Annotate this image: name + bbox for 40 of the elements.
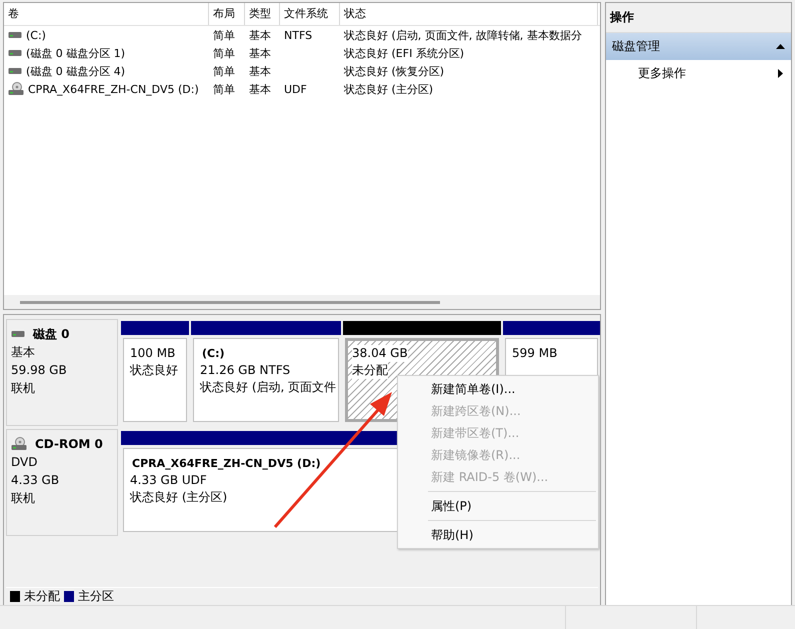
partition-title: CPRA_X64FRE_ZH-CN_DV5 (D:)	[131, 456, 321, 472]
disk-info: 4.33 GB	[11, 472, 60, 488]
table-cell: 基本	[249, 64, 271, 78]
table-cell: 基本	[249, 28, 271, 42]
legend-label: 未分配	[24, 588, 60, 605]
disk-info: 联机	[11, 490, 36, 506]
partition-info: 状态良好 (主分区)	[130, 489, 228, 506]
partition-info: 状态良好	[130, 362, 178, 379]
partition-info: 38.04 GB	[352, 345, 408, 362]
table-cell: 简单	[213, 82, 235, 96]
table-cell: 状态良好 (主分区)	[344, 82, 434, 96]
disk-info: 基本	[11, 344, 36, 360]
partition-info: 21.26 GB NTFS	[200, 362, 290, 379]
partition-title: (C:)	[201, 346, 225, 362]
table-cell: (磁盘 0 磁盘分区 4)	[26, 64, 126, 78]
disk-info: DVD	[11, 454, 38, 470]
table-cell: 简单	[213, 46, 235, 60]
table-cell: 状态良好 (恢复分区)	[344, 64, 444, 78]
table-cell: 基本	[249, 46, 271, 60]
actions-title: 操作	[606, 3, 791, 33]
partition-info: 未分配	[352, 362, 388, 379]
disk-info: 59.98 GB	[11, 362, 68, 378]
disk-info: 联机	[11, 380, 36, 396]
table-cell: UDF	[284, 82, 307, 96]
disk-name: 磁盘 0	[33, 326, 70, 342]
table-cell: 状态良好 (EFI 系统分区)	[344, 46, 464, 60]
table-cell: CPRA_X64FRE_ZH-CN_DV5 (D:)	[28, 82, 199, 96]
partition-info: 599 MB	[512, 345, 558, 362]
table-cell: 简单	[213, 64, 235, 78]
table-cell: NTFS	[284, 28, 312, 42]
disk-name: CD-ROM 0	[35, 436, 103, 452]
table-cell: (C:)	[26, 28, 46, 42]
table-cell: 简单	[213, 28, 235, 42]
legend-label: 主分区	[78, 588, 114, 605]
partition-info: 100 MB	[130, 345, 176, 362]
partition-info: 状态良好 (启动, 页面文件	[200, 379, 336, 396]
partition-info: 4.33 GB UDF	[130, 472, 207, 489]
table-cell: 基本	[249, 82, 271, 96]
table-cell: (磁盘 0 磁盘分区 1)	[26, 46, 126, 60]
table-cell: 状态良好 (启动, 页面文件, 故障转储, 基本数据分	[344, 28, 582, 42]
